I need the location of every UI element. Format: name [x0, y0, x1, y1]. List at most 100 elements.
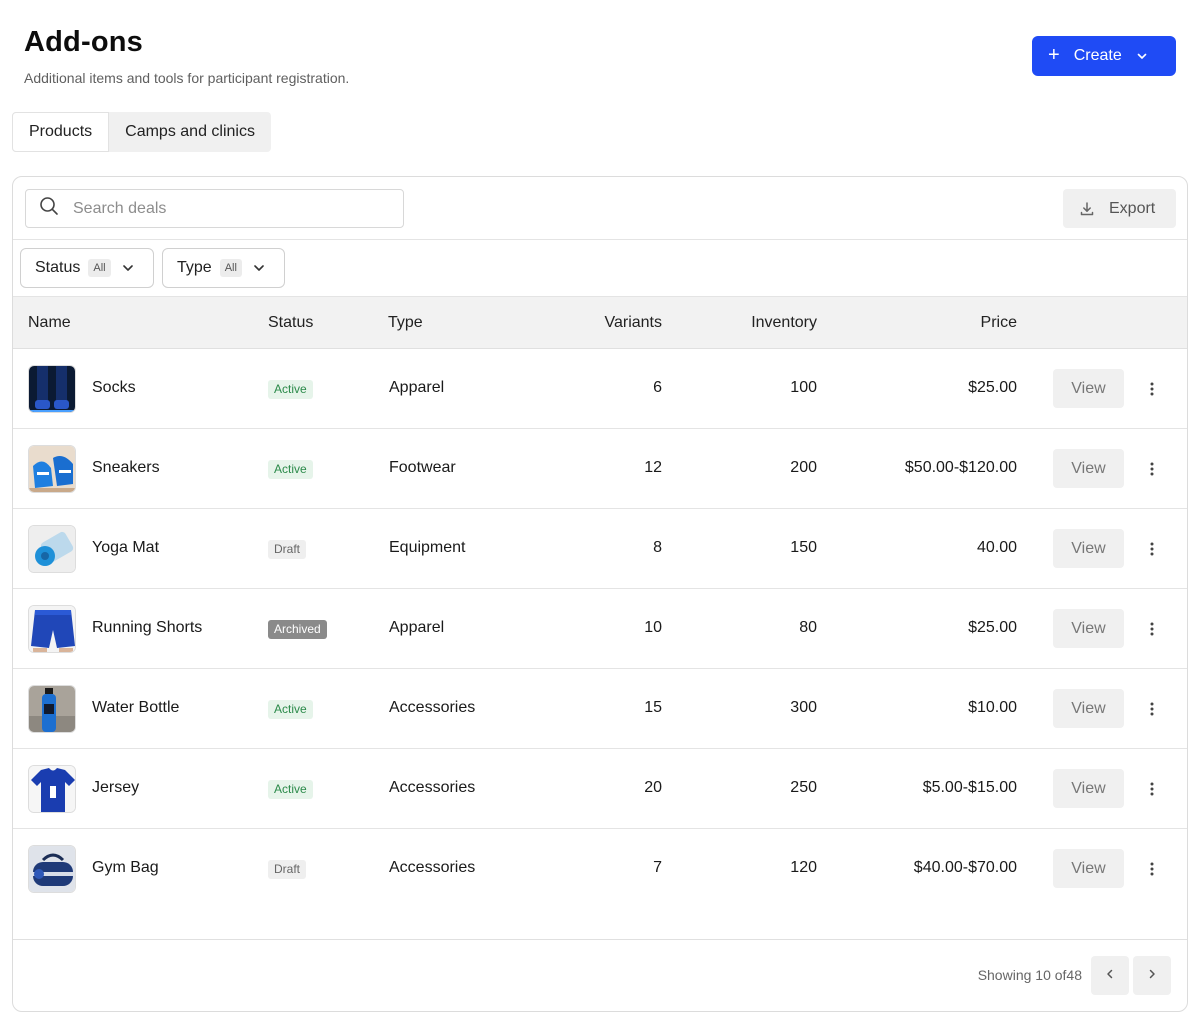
inventory-count: 80 — [799, 619, 817, 636]
inventory-count: 120 — [790, 859, 817, 876]
view-button[interactable]: View — [1053, 849, 1124, 888]
view-button[interactable]: View — [1053, 689, 1124, 728]
table-row: Gym Bag Draft Accessories 7 120 $40.00-$… — [13, 829, 1187, 909]
status-badge: Active — [268, 460, 313, 479]
page-subtitle: Additional items and tools for participa… — [24, 70, 350, 86]
product-name: Sneakers — [92, 459, 160, 476]
type-filter[interactable]: Type All — [162, 248, 285, 288]
view-button[interactable]: View — [1053, 769, 1124, 808]
status-badge: Active — [268, 700, 313, 719]
more-vertical-icon[interactable] — [1141, 617, 1163, 641]
column-header-variants: Variants — [604, 314, 662, 331]
chevron-left-icon — [1104, 967, 1116, 985]
product-name: Yoga Mat — [92, 539, 160, 556]
table-body: Socks Active Apparel 6 100 $25.00 View S… — [13, 349, 1187, 909]
variants-count: 10 — [644, 619, 662, 636]
table-row: Running Shorts Archived Apparel 10 80 $2… — [13, 589, 1187, 669]
previous-page-button[interactable] — [1091, 956, 1129, 995]
view-button[interactable]: View — [1053, 449, 1124, 488]
filter-label: Type — [177, 259, 212, 276]
chevron-down-icon — [121, 261, 135, 275]
product-type: Accessories — [389, 699, 476, 716]
table-row: Jersey Active Accessories 20 250 $5.00-$… — [13, 749, 1187, 829]
table-row: Sneakers Active Footwear 12 200 $50.00-$… — [13, 429, 1187, 509]
product-name: Socks — [92, 379, 136, 396]
tab-products[interactable]: Products — [12, 112, 110, 152]
product-name: Water Bottle — [92, 699, 180, 716]
next-page-button[interactable] — [1133, 956, 1171, 995]
status-filter[interactable]: Status All — [20, 248, 154, 288]
product-name: Gym Bag — [92, 859, 159, 876]
column-header-name: Name — [28, 314, 71, 331]
create-label: Create — [1073, 47, 1122, 64]
download-icon — [1079, 201, 1095, 217]
search-box[interactable] — [25, 189, 404, 228]
price: $25.00 — [968, 619, 1017, 636]
view-button[interactable]: View — [1053, 609, 1124, 648]
filter-value-badge: All — [219, 259, 242, 277]
inventory-count: 200 — [790, 459, 817, 476]
chevron-down-icon — [1136, 50, 1148, 62]
chevron-right-icon — [1146, 967, 1158, 985]
search-icon — [39, 196, 59, 221]
status-badge: Draft — [268, 540, 307, 559]
status-badge: Archived — [268, 620, 327, 639]
column-header-status: Status — [268, 314, 314, 331]
more-vertical-icon[interactable] — [1141, 697, 1163, 721]
table-footer: Showing 10 of48 — [13, 939, 1187, 1011]
pagination-summary: Showing 10 of48 — [977, 967, 1082, 983]
column-header-inventory: Inventory — [751, 314, 817, 331]
export-label: Export — [1109, 199, 1156, 217]
table-header: Name Status Type Variants Inventory Pric… — [13, 296, 1187, 349]
more-vertical-icon[interactable] — [1141, 377, 1163, 401]
yoga-mat-image — [28, 525, 76, 573]
column-header-type: Type — [388, 314, 423, 331]
export-button[interactable]: Export — [1063, 189, 1176, 228]
table-row: Socks Active Apparel 6 100 $25.00 View — [13, 349, 1187, 429]
add-ons-page: Add-ons Additional items and tools for p… — [0, 0, 1200, 1024]
more-vertical-icon[interactable] — [1141, 777, 1163, 801]
price: $5.00-$15.00 — [922, 779, 1017, 796]
column-header-price: Price — [980, 314, 1017, 331]
price: $40.00-$70.00 — [913, 859, 1017, 876]
variants-count: 20 — [644, 779, 662, 796]
more-vertical-icon[interactable] — [1141, 857, 1163, 881]
product-name: Jersey — [92, 779, 140, 796]
status-badge: Active — [268, 780, 313, 799]
variants-count: 8 — [653, 539, 662, 556]
table-row: Water Bottle Active Accessories 15 300 $… — [13, 669, 1187, 749]
more-vertical-icon[interactable] — [1141, 537, 1163, 561]
more-vertical-icon[interactable] — [1141, 457, 1163, 481]
filter-bar: Status All Type All — [13, 240, 1187, 296]
create-button[interactable]: + Create — [1032, 36, 1176, 76]
product-name: Running Shorts — [92, 619, 203, 636]
running-shorts-image — [28, 605, 76, 653]
product-type: Apparel — [389, 619, 445, 636]
tab-bar: Products Camps and clinics — [12, 112, 271, 152]
gym-bag-image — [28, 845, 76, 893]
jersey-image — [28, 765, 76, 813]
tab-camps-and-clinics[interactable]: Camps and clinics — [109, 112, 271, 152]
price: $10.00 — [968, 699, 1017, 716]
view-button[interactable]: View — [1053, 369, 1124, 408]
page-title: Add-ons — [24, 26, 143, 58]
view-button[interactable]: View — [1053, 529, 1124, 568]
table-row: Yoga Mat Draft Equipment 8 150 40.00 Vie… — [13, 509, 1187, 589]
socks-image — [28, 365, 76, 413]
status-badge: Draft — [268, 860, 307, 879]
filter-label: Status — [35, 259, 81, 276]
variants-count: 12 — [644, 459, 662, 476]
variants-count: 6 — [653, 379, 662, 396]
status-badge: Active — [268, 380, 313, 399]
toolbar: Export — [13, 177, 1187, 240]
plus-icon: + — [1048, 44, 1060, 66]
variants-count: 7 — [653, 859, 662, 876]
products-card: Export Status All Type All Name Status — [12, 176, 1188, 1012]
product-type: Accessories — [389, 779, 476, 796]
inventory-count: 100 — [790, 379, 817, 396]
product-type: Apparel — [389, 379, 445, 396]
chevron-down-icon — [252, 261, 266, 275]
search-input[interactable] — [73, 199, 373, 218]
variants-count: 15 — [644, 699, 662, 716]
price: 40.00 — [976, 539, 1017, 556]
